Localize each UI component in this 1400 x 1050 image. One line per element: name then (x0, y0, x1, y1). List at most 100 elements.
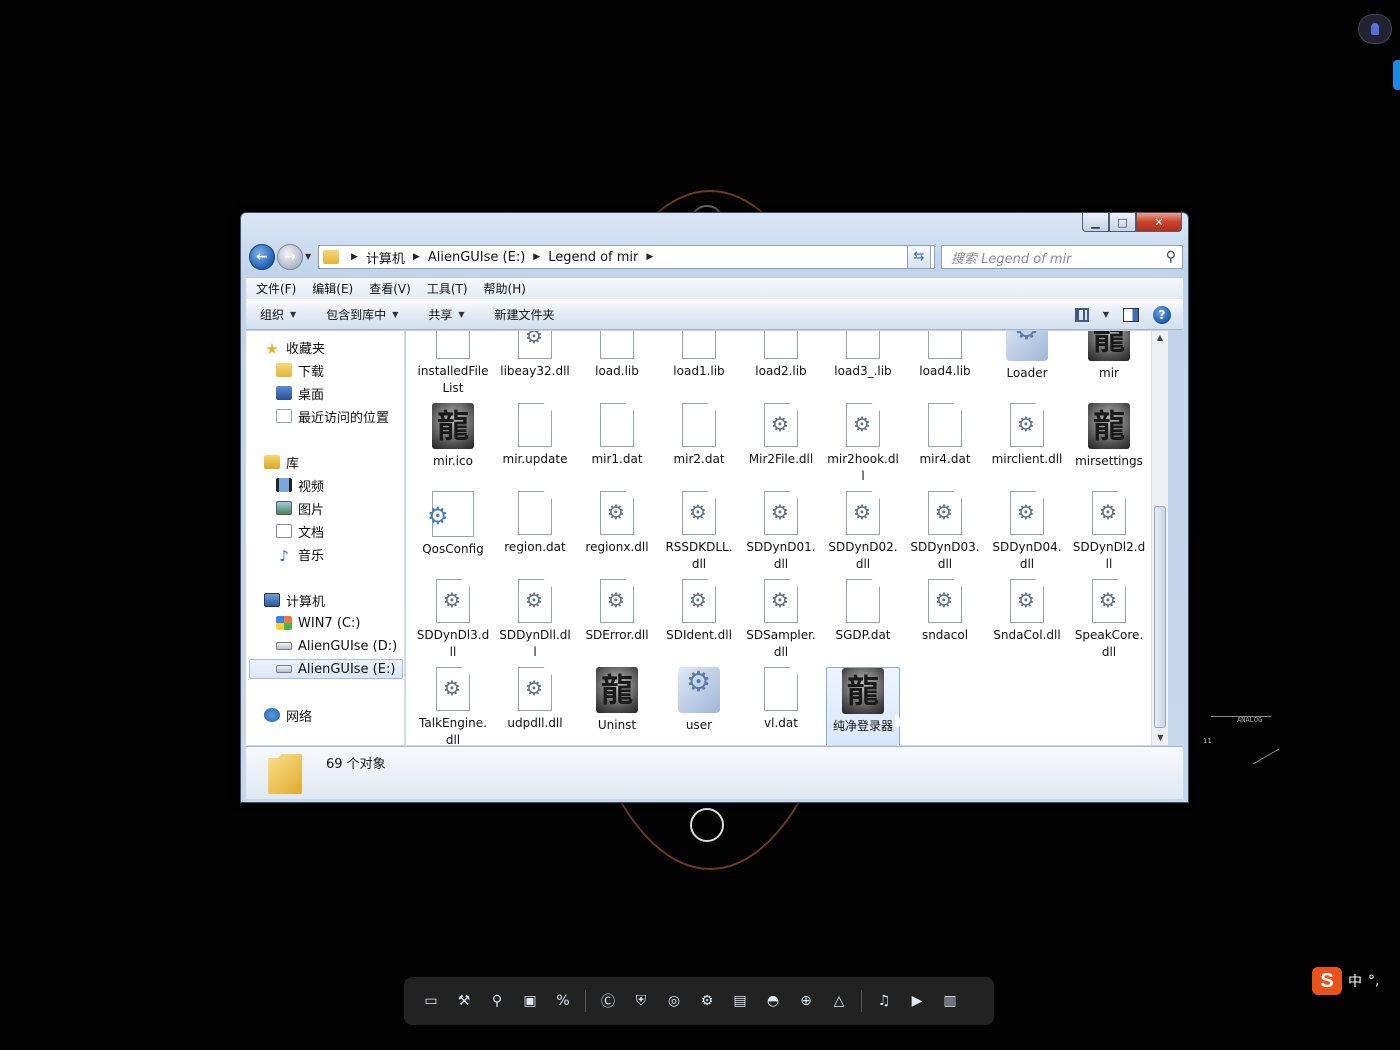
file-item[interactable]: load2.lib (744, 331, 818, 401)
share-button[interactable]: 共享 ▼ (428, 306, 464, 323)
file-item[interactable]: region.dat (498, 491, 572, 577)
menu-edit[interactable]: 编辑(E) (312, 280, 353, 297)
nav-network[interactable]: 网络 (264, 705, 312, 725)
file-item[interactable]: vl.dat (744, 667, 818, 745)
breadcrumb-drive[interactable]: AlienGUIse (E:) (428, 250, 525, 265)
file-item[interactable]: load3_.lib (826, 331, 900, 401)
steam-icon[interactable]: ◎ (663, 990, 685, 1012)
nav-drive-e[interactable]: AlienGUIse (E:) (249, 659, 403, 679)
forward-button[interactable]: → (277, 244, 303, 270)
monitor-icon[interactable]: ▭ (420, 990, 442, 1012)
file-item[interactable]: user (662, 667, 736, 745)
file-item[interactable]: SDDynD02.dll (826, 491, 900, 577)
file-item[interactable]: SDDynDl2.dll (1072, 491, 1146, 577)
file-item[interactable]: SGDP.dat (826, 579, 900, 665)
file-item[interactable]: mir.update (498, 403, 572, 489)
chevron-right-icon[interactable]: ▶ (413, 252, 420, 262)
book-icon[interactable]: ▥ (939, 990, 961, 1012)
file-item[interactable]: 龍 Uninst (580, 667, 654, 745)
tools-icon[interactable]: ⚒ (453, 990, 475, 1012)
file-item[interactable]: 龍 mir.ico (416, 403, 490, 489)
menu-view[interactable]: 查看(V) (369, 280, 411, 297)
disk-icon[interactable]: ◓ (762, 990, 784, 1012)
file-item[interactable]: load4.lib (908, 331, 982, 401)
file-item[interactable]: SDError.dll (580, 579, 654, 665)
music-icon[interactable]: ♫ (873, 990, 895, 1012)
file-item[interactable]: SpeakCore.dll (1072, 579, 1146, 665)
doc-icon[interactable]: ▤ (729, 990, 751, 1012)
recent-pages-dropdown[interactable]: ▼ (305, 252, 311, 261)
file-item[interactable]: Loader (990, 331, 1064, 401)
nav-computer[interactable]: 计算机 (264, 590, 325, 610)
side-tab[interactable] (1393, 60, 1400, 90)
file-item[interactable]: installedFileList (416, 331, 490, 401)
title-bar[interactable]: ▁ □ ✕ (241, 213, 1188, 239)
chevron-right-icon[interactable]: ▶ (351, 252, 358, 262)
include-in-library-button[interactable]: 包含到库中 ▼ (326, 306, 398, 323)
file-item[interactable]: RSSDKDLL.dll (662, 491, 736, 577)
help-icon[interactable]: ? (1153, 305, 1171, 324)
nav-music[interactable]: ♪ 音乐 (276, 544, 324, 565)
file-item[interactable]: udpdll.dll (498, 667, 572, 745)
chevron-right-icon[interactable]: ▶ (533, 252, 540, 262)
refresh-button[interactable]: ⇆ (907, 245, 931, 269)
file-item[interactable]: SDDynDl3.dll (416, 579, 490, 665)
file-item[interactable]: mir2hook.dll (826, 403, 900, 489)
search-icon[interactable]: ⚲ (486, 990, 508, 1012)
preview-pane-icon[interactable] (1123, 307, 1139, 322)
nav-downloads[interactable]: 下载 (276, 360, 324, 380)
shield-icon[interactable]: ⛨ (630, 990, 652, 1012)
screen-icon[interactable]: ▣ (519, 990, 541, 1012)
chevron-right-icon[interactable]: ▶ (646, 252, 653, 262)
scroll-up-icon[interactable]: ▲ (1152, 331, 1168, 345)
menu-help[interactable]: 帮助(H) (484, 280, 526, 297)
file-item[interactable]: SDDynD03.dll (908, 491, 982, 577)
file-item[interactable]: mirclient.dll (990, 403, 1064, 489)
close-button[interactable]: ✕ (1136, 213, 1182, 232)
scroll-thumb[interactable] (1154, 506, 1166, 728)
file-item[interactable]: SDIdent.dll (662, 579, 736, 665)
address-bar[interactable]: ▶ 计算机 ▶ AlienGUIse (E:) ▶ Legend of mir … (318, 245, 935, 269)
new-folder-button[interactable]: 新建文件夹 (495, 306, 555, 323)
nav-drive-d[interactable]: AlienGUIse (D:) (276, 636, 397, 656)
nav-drive-c[interactable]: WIN7 (C:) (276, 613, 360, 633)
organize-button[interactable]: 组织 ▼ (260, 306, 296, 323)
ime-mode[interactable]: 中 (1348, 971, 1362, 991)
file-item[interactable]: Mir2File.dll (744, 403, 818, 489)
file-item[interactable]: load.lib (580, 331, 654, 401)
file-item[interactable]: QosConfig (416, 491, 490, 577)
nav-libraries[interactable]: 库 (264, 452, 299, 472)
ime-punct[interactable]: °, (1368, 973, 1379, 989)
search-input[interactable]: 搜索 Legend of mir ⚲ (941, 245, 1183, 269)
file-item[interactable]: regionx.dll (580, 491, 654, 577)
menu-tools[interactable]: 工具(T) (427, 280, 468, 297)
nav-documents[interactable]: 文档 (276, 521, 324, 541)
file-item[interactable]: 龍 mirsettings (1072, 403, 1146, 489)
globe-icon[interactable]: ⊕ (795, 990, 817, 1012)
nav-recent[interactable]: 最近访问的位置 (276, 406, 389, 426)
file-item[interactable]: SDSampler.dll (744, 579, 818, 665)
file-item[interactable]: SndaCol.dll (990, 579, 1064, 665)
nav-favorites[interactable]: ★ 收藏夹 (264, 337, 325, 358)
percent-icon[interactable]: % (552, 990, 574, 1012)
nav-videos[interactable]: 视频 (276, 475, 324, 495)
nav-desktop[interactable]: 桌面 (276, 383, 324, 403)
file-item[interactable]: SDDynD04.dll (990, 491, 1064, 577)
file-item[interactable]: sndacol (908, 579, 982, 665)
vertical-scrollbar[interactable]: ▲ ▼ (1151, 331, 1168, 745)
scroll-down-icon[interactable]: ▼ (1152, 731, 1168, 745)
breadcrumb-computer[interactable]: 计算机 (366, 248, 405, 267)
back-button[interactable]: ← (249, 244, 275, 270)
file-item[interactable]: mir4.dat (908, 403, 982, 489)
file-item[interactable]: 龍纯净登录器 (826, 667, 900, 745)
gear-icon[interactable]: ⚙ (696, 990, 718, 1012)
ime-toolbar[interactable]: S 中 °, (1312, 966, 1400, 996)
file-item[interactable]: TalkEngine.dll (416, 667, 490, 745)
sogou-logo-icon[interactable]: S (1312, 967, 1342, 995)
nav-pictures[interactable]: 图片 (276, 498, 324, 518)
rocket-bubble-icon[interactable] (1358, 14, 1392, 44)
minimize-button[interactable]: ▁ (1082, 213, 1109, 232)
media-icon[interactable]: ▶ (906, 990, 928, 1012)
file-item[interactable]: 龍 mir (1072, 331, 1146, 401)
file-item[interactable]: mir2.dat (662, 403, 736, 489)
